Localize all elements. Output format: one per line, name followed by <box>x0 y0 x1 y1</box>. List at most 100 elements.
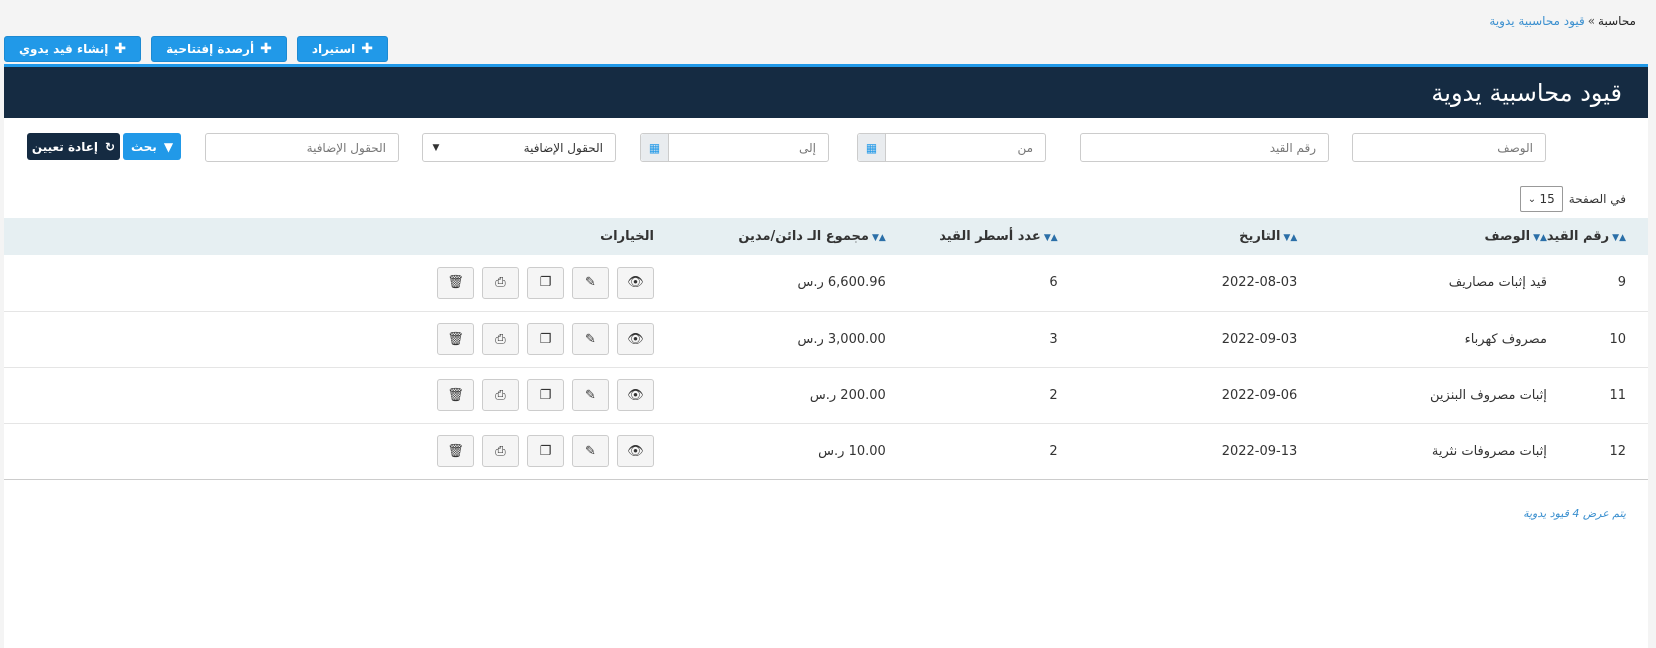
cell-date: 2022-08-03 <box>1057 255 1298 312</box>
delete-button[interactable]: 🗑 <box>437 379 474 411</box>
edit-icon: ✎ <box>585 331 596 347</box>
table-row: 11 إثبات مصروف البنزين 2022-09-06 2 200.… <box>4 367 1648 424</box>
create-manual-entry-button[interactable]: ✚ إنشاء قيد يدوي <box>4 36 142 62</box>
opening-balances-label: أرصدة إفتتاحية <box>166 42 255 56</box>
breadcrumb-separator: » <box>1587 14 1596 28</box>
delete-button[interactable]: 🗑 <box>437 435 474 467</box>
cell-options: 👁 ✎ ❐ ⎙ 🗑 <box>4 423 654 480</box>
cell-date: 2022-09-06 <box>1057 367 1298 424</box>
edit-button[interactable]: ✎ <box>572 379 609 411</box>
breadcrumb: محاسبة»قيود محاسبية يدوية <box>1489 14 1636 28</box>
cell-date: 2022-09-13 <box>1057 423 1298 480</box>
extra-fields-select-value: الحقول الإضافية <box>523 140 603 155</box>
sort-icon: ▲▼ <box>1283 233 1298 243</box>
header-description[interactable]: ▲▼الوصف <box>1297 218 1547 255</box>
extra-fields-input[interactable]: الحقول الإضافية <box>205 133 399 162</box>
table-header-row: ▲▼رقم القيد ▲▼الوصف ▲▼التاريخ ▲▼عدد أسطر… <box>4 218 1648 255</box>
extra-fields-placeholder: الحقول الإضافية <box>306 140 386 155</box>
cell-lines: 3 <box>885 311 1058 368</box>
header-options: الخيارات <box>600 229 654 244</box>
table-row: 9 قيد إثبات مصاريف 2022-08-03 6 6,600.96… <box>4 255 1648 312</box>
print-icon: ⎙ <box>495 331 506 347</box>
search-label: بحث <box>130 139 157 154</box>
sort-icon: ▲▼ <box>1043 233 1058 243</box>
copy-button[interactable]: ❐ <box>527 379 564 411</box>
view-button[interactable]: 👁 <box>617 323 654 355</box>
edit-icon: ✎ <box>585 275 596 291</box>
cell-lines: 6 <box>885 255 1058 312</box>
top-actions: ✚ إنشاء قيد يدوي ✚ أرصدة إفتتاحية ✚ استيراد <box>4 36 388 62</box>
caret-down-icon: ▼ <box>432 142 440 153</box>
plus-icon: ✚ <box>260 41 272 57</box>
cell-entry-no: 10 <box>1546 311 1648 368</box>
cell-entry-no: 11 <box>1546 367 1648 424</box>
edit-button[interactable]: ✎ <box>572 323 609 355</box>
cell-date: 2022-09-03 <box>1057 311 1298 368</box>
cell-options: 👁 ✎ ❐ ⎙ 🗑 <box>4 255 654 312</box>
cell-total: 10.00 ر.س <box>654 423 886 480</box>
copy-button[interactable]: ❐ <box>527 435 564 467</box>
print-button[interactable]: ⎙ <box>482 435 519 467</box>
breadcrumb-root[interactable]: محاسبة <box>1598 14 1636 28</box>
eye-icon: 👁 <box>627 275 644 291</box>
view-button[interactable]: 👁 <box>617 266 654 299</box>
cell-total: 3,000.00 ر.س <box>654 311 886 368</box>
edit-button[interactable]: ✎ <box>572 435 609 467</box>
header-lines[interactable]: ▲▼عدد أسطر القيد <box>886 218 1058 255</box>
extra-fields-select[interactable]: الحقول الإضافية ▼ <box>422 133 616 162</box>
date-to-placeholder: إلى <box>799 140 816 155</box>
calendar-icon[interactable]: ▦ <box>858 134 886 161</box>
plus-icon: ✚ <box>361 41 373 57</box>
sort-icon: ▲▼ <box>1533 233 1547 243</box>
delete-button[interactable]: 🗑 <box>437 266 474 299</box>
panel-header: قيود محاسبية يدوية <box>4 67 1648 118</box>
print-button[interactable]: ⎙ <box>482 323 519 355</box>
cell-lines: 2 <box>885 367 1058 424</box>
copy-icon: ❐ <box>539 275 552 291</box>
date-to-input[interactable]: إلى ▦ <box>640 133 829 162</box>
cell-total: 200.00 ر.س <box>654 367 886 424</box>
cell-total: 6,600.96 ر.س <box>654 255 886 312</box>
calendar-icon[interactable]: ▦ <box>641 134 669 161</box>
per-page-control: في الصفحة ⌄ 15 <box>1519 186 1626 212</box>
table-row: 10 مصروف كهرباء 2022-09-03 3 3,000.00 ر.… <box>4 311 1648 368</box>
print-button[interactable]: ⎙ <box>482 379 519 411</box>
description-placeholder: الوصف <box>1497 140 1533 155</box>
edit-button[interactable]: ✎ <box>572 266 609 299</box>
cell-entry-no: 12 <box>1546 423 1648 480</box>
header-entry-no[interactable]: ▲▼رقم القيد <box>1547 218 1648 255</box>
edit-icon: ✎ <box>585 443 596 459</box>
trash-icon: 🗑 <box>447 331 464 347</box>
page-title: قيود محاسبية يدوية <box>1431 78 1622 107</box>
copy-icon: ❐ <box>539 443 552 459</box>
date-from-input[interactable]: من ▦ <box>857 133 1046 162</box>
header-date[interactable]: ▲▼التاريخ <box>1058 218 1298 255</box>
view-button[interactable]: 👁 <box>617 435 654 467</box>
copy-button[interactable]: ❐ <box>527 266 564 299</box>
cell-entry-no: 9 <box>1546 255 1648 312</box>
entries-table: ▲▼رقم القيد ▲▼الوصف ▲▼التاريخ ▲▼عدد أسطر… <box>4 218 1648 480</box>
breadcrumb-current[interactable]: قيود محاسبية يدوية <box>1489 14 1584 28</box>
copy-button[interactable]: ❐ <box>527 323 564 355</box>
cell-description: مصروف كهرباء <box>1297 311 1547 368</box>
edit-icon: ✎ <box>585 387 596 403</box>
create-manual-entry-label: إنشاء قيد يدوي <box>19 42 109 56</box>
date-from-placeholder: من <box>1017 140 1033 155</box>
reset-label: إعادة تعيين <box>31 139 99 154</box>
per-page-select[interactable]: ⌄ 15 <box>1519 186 1563 212</box>
opening-balances-button[interactable]: ✚ أرصدة إفتتاحية <box>151 36 287 62</box>
chevron-down-icon: ⌄ <box>1527 193 1537 205</box>
entry-no-filter-input[interactable]: رقم القيد <box>1080 133 1329 162</box>
header-total[interactable]: ▲▼مجموع الـ دائن/مدين <box>654 218 885 255</box>
description-filter-input[interactable]: الوصف <box>1352 133 1546 162</box>
import-button[interactable]: ✚ استيراد <box>296 36 388 62</box>
delete-button[interactable]: 🗑 <box>437 323 474 355</box>
search-button[interactable]: ▼ بحث <box>123 133 181 160</box>
view-button[interactable]: 👁 <box>617 379 654 411</box>
reset-button[interactable]: ↻ إعادة تعيين <box>27 133 120 160</box>
table-row: 12 إثبات مصروفات نثرية 2022-09-13 2 10.0… <box>4 423 1648 480</box>
results-summary: يتم عرض 4 قيود يدوية <box>1523 507 1626 520</box>
print-button[interactable]: ⎙ <box>482 266 519 299</box>
cell-options: 👁 ✎ ❐ ⎙ 🗑 <box>4 311 654 368</box>
eye-icon: 👁 <box>627 387 644 403</box>
